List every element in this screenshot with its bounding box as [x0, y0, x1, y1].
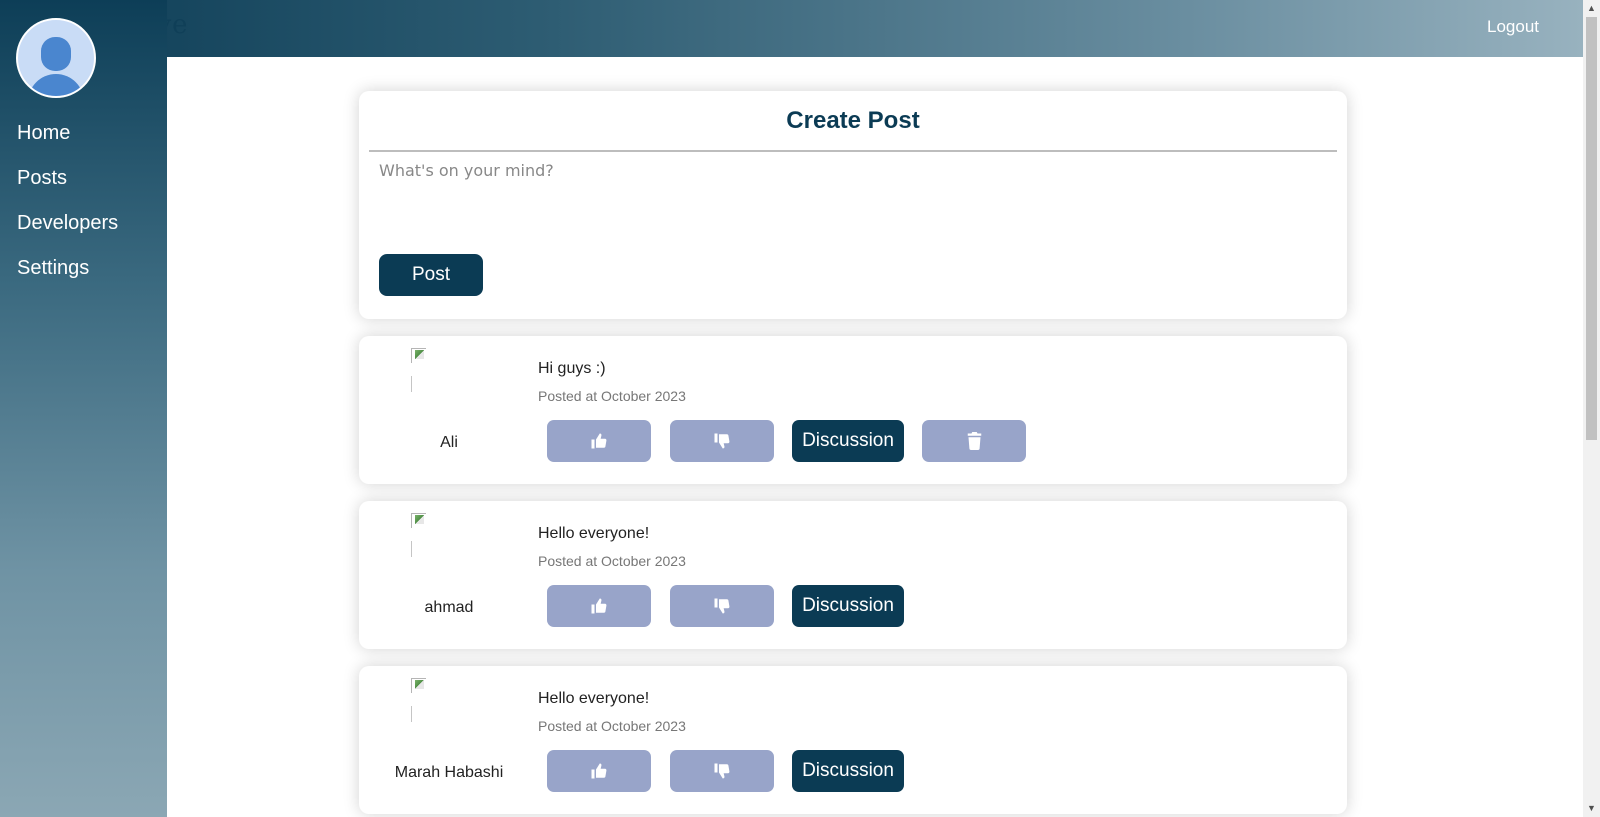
post-author[interactable]: Ali	[359, 434, 539, 452]
main-content: Create Post Post Ali Hi guys :) Posted a…	[167, 57, 1583, 817]
post-date: Posted at October 2023	[538, 553, 686, 569]
scroll-up-icon[interactable]: ▲	[1583, 0, 1600, 17]
discussion-button[interactable]: Discussion	[792, 585, 904, 627]
divider	[369, 150, 1337, 152]
logout-link[interactable]: Logout	[1487, 17, 1539, 37]
post-date: Posted at October 2023	[538, 388, 686, 404]
sidebar-item-home[interactable]: Home	[17, 122, 70, 145]
like-button[interactable]	[547, 585, 651, 627]
sidebar-item-posts[interactable]: Posts	[17, 167, 67, 190]
author-avatar-broken-image-icon	[411, 678, 459, 726]
discussion-button[interactable]: Discussion	[792, 750, 904, 792]
post-card: Marah Habashi Hello everyone! Posted at …	[359, 666, 1347, 814]
page-scrollbar[interactable]: ▲ ▼	[1583, 0, 1600, 817]
discussion-button[interactable]: Discussion	[792, 420, 904, 462]
post-author[interactable]: Marah Habashi	[359, 764, 539, 782]
top-navbar: Weave Logout	[0, 0, 1583, 57]
dislike-button[interactable]	[670, 585, 774, 627]
thumbs-down-icon	[714, 763, 730, 779]
thumbs-up-icon	[591, 433, 607, 449]
dislike-button[interactable]	[670, 750, 774, 792]
post-card: Ali Hi guys :) Posted at October 2023 Di…	[359, 336, 1347, 484]
like-button[interactable]	[547, 420, 651, 462]
thumbs-down-icon	[714, 433, 730, 449]
sidebar-item-developers[interactable]: Developers	[17, 212, 118, 235]
delete-button[interactable]	[922, 420, 1026, 462]
thumbs-up-icon	[591, 598, 607, 614]
thumbs-up-icon	[591, 763, 607, 779]
scroll-down-icon[interactable]: ▼	[1583, 800, 1600, 817]
dislike-button[interactable]	[670, 420, 774, 462]
create-post-card: Create Post Post	[359, 91, 1347, 319]
post-text: Hi guys :)	[538, 360, 606, 377]
scroll-thumb[interactable]	[1586, 17, 1597, 440]
post-author[interactable]: ahmad	[359, 599, 539, 617]
post-card: ahmad Hello everyone! Posted at October …	[359, 501, 1347, 649]
create-post-title: Create Post	[786, 107, 920, 134]
author-avatar-broken-image-icon	[411, 348, 459, 396]
post-content-input[interactable]	[379, 161, 1319, 241]
post-text: Hello everyone!	[538, 525, 650, 542]
sidebar: Home Posts Developers Settings	[0, 0, 167, 817]
author-avatar-broken-image-icon	[411, 513, 459, 561]
trash-icon	[967, 432, 981, 450]
like-button[interactable]	[547, 750, 651, 792]
thumbs-down-icon	[714, 598, 730, 614]
post-date: Posted at October 2023	[538, 718, 686, 734]
post-submit-button[interactable]: Post	[379, 254, 483, 296]
user-avatar-icon[interactable]	[16, 18, 96, 98]
sidebar-item-settings[interactable]: Settings	[17, 257, 89, 280]
post-text: Hello everyone!	[538, 690, 650, 707]
